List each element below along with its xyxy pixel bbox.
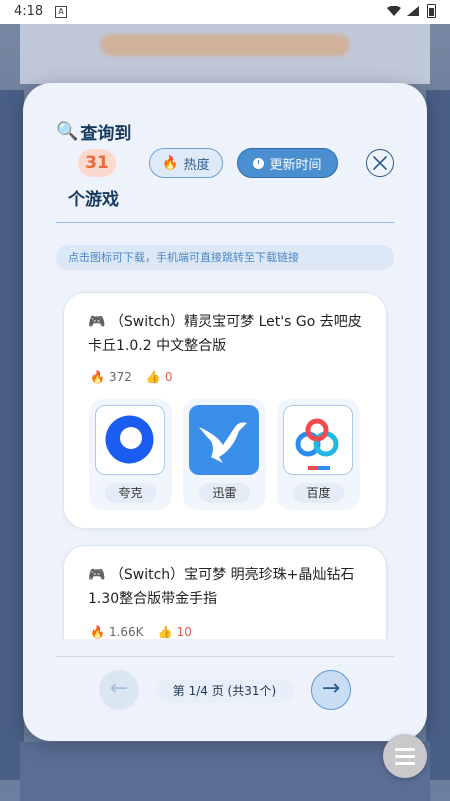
game-stats: 🔥 372 👍 0 [90, 370, 172, 384]
search-icon: 🔍 [56, 121, 79, 142]
sort-by-heat-button[interactable]: 🔥 热度 [149, 148, 223, 178]
game-stats: 🔥 1.66K 👍 10 [90, 625, 192, 639]
background-page-bottom [20, 742, 430, 801]
menu-icon-bar [395, 761, 415, 765]
heat-value: 1.66K [108, 625, 144, 639]
battery-icon [427, 4, 436, 18]
prev-page-button[interactable]: ← [99, 670, 139, 710]
download-baidu-label: 百度 [293, 483, 344, 503]
menu-icon-bar [395, 747, 415, 751]
results-count-badge: 31 [78, 149, 116, 177]
thumbs-up-icon: 👍 [157, 625, 173, 639]
download-xunlei-label: 迅雷 [199, 483, 250, 503]
header-divider [56, 222, 394, 223]
baidu-icon[interactable] [283, 405, 353, 475]
heat-value: 372 [108, 370, 132, 384]
download-quark[interactable]: 夸克 [89, 399, 172, 510]
game-title: 🎮 （Switch）精灵宝可梦 Let's Go 去吧皮卡丘1.0.2 中文整合… [88, 314, 362, 354]
thumbs-up-icon: 👍 [145, 370, 161, 384]
status-bar: 4:18 A [0, 0, 450, 24]
status-icons [387, 4, 436, 18]
game-title: 🎮 （Switch）宝可梦 明亮珍珠+晶灿钻石 1.30整合版带金手指 [88, 567, 355, 607]
like-value: 0 [164, 370, 173, 384]
download-baidu[interactable]: 百度 [277, 399, 360, 510]
page-info: 第 1/4 页 (共31个) [155, 679, 294, 703]
fire-icon: 🔥 [90, 370, 105, 384]
background-page-right [426, 90, 450, 780]
download-quark-label: 夸克 [105, 483, 156, 503]
results-title-row: 🔍 查询到 [56, 119, 131, 144]
close-icon [373, 156, 387, 170]
download-links: 夸克 迅雷 百度 [89, 399, 360, 510]
pager-divider [56, 656, 394, 657]
game-list[interactable]: 🎮 （Switch）精灵宝可梦 Let's Go 去吧皮卡丘1.0.2 中文整合… [23, 283, 427, 639]
like-stat[interactable]: 👍 0 [146, 370, 173, 384]
wifi-icon [387, 6, 401, 16]
results-title: 查询到 [80, 124, 132, 144]
xunlei-icon[interactable] [189, 405, 259, 475]
menu-icon-bar [395, 754, 415, 758]
quark-icon[interactable] [95, 405, 165, 475]
fire-icon: 🔥 [90, 625, 105, 639]
like-stat[interactable]: 👍 10 [158, 625, 192, 639]
like-value: 10 [176, 625, 192, 639]
next-page-button[interactable]: → [311, 670, 351, 710]
status-time: 4:18 [14, 4, 44, 19]
sort-time-label: 更新时间 [269, 157, 322, 173]
sort-heat-label: 热度 [183, 157, 210, 173]
game-card: 🎮 （Switch）精灵宝可梦 Let's Go 去吧皮卡丘1.0.2 中文整合… [63, 292, 387, 529]
clock-icon [253, 157, 265, 169]
fire-icon: 🔥 [162, 155, 179, 171]
signal-icon [407, 6, 419, 16]
notification-icon: A [55, 6, 67, 18]
game-card: 🎮 （Switch）宝可梦 明亮珍珠+晶灿钻石 1.30整合版带金手指 🔥 1.… [63, 545, 387, 639]
download-hint: 点击图标可下载，手机端可直接跳转至下载链接 [56, 245, 394, 270]
sort-by-update-time-button[interactable]: 更新时间 [237, 148, 338, 178]
background-page-left [0, 90, 24, 780]
floating-menu-button[interactable] [383, 734, 427, 778]
background-page-top [20, 24, 430, 84]
search-results-modal: 🔍 查询到 31 个游戏 🔥 热度 更新时间 点击图标可下载，手机端可直接跳转至… [23, 83, 427, 741]
heat-stat: 🔥 1.66K [90, 625, 144, 639]
close-button[interactable] [366, 149, 394, 177]
download-xunlei[interactable]: 迅雷 [183, 399, 266, 510]
results-count-suffix: 个游戏 [68, 190, 119, 210]
heat-stat: 🔥 372 [90, 370, 132, 384]
